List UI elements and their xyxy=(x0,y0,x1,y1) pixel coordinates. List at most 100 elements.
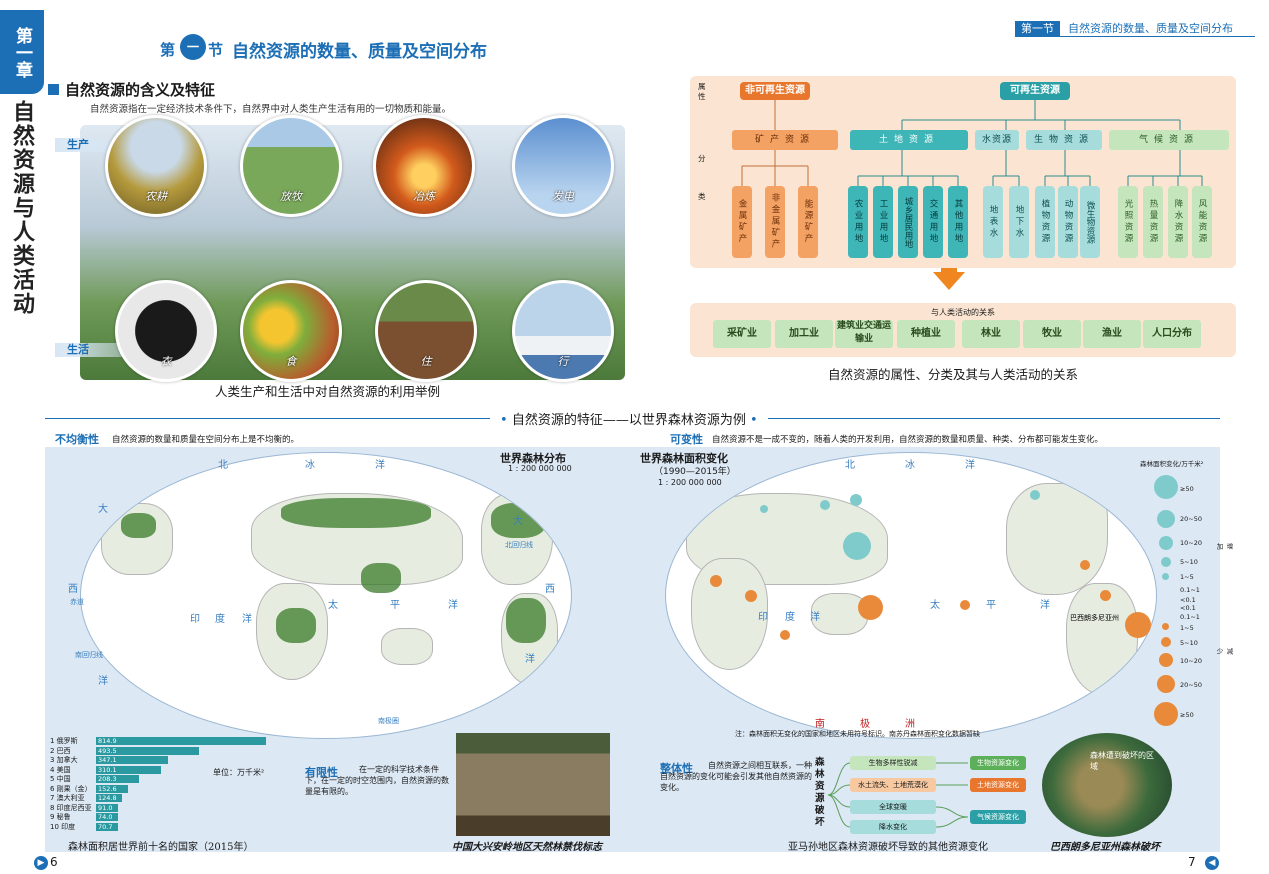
leaf-energy-mineral: 能源矿产 xyxy=(798,186,818,258)
chapter-title: 自然资源与人类活动 xyxy=(9,100,35,316)
page-arrow-icon[interactable]: ▶ xyxy=(34,856,48,870)
activity-construction: 建筑业交通运输业 xyxy=(835,320,893,348)
forest-west xyxy=(121,513,156,538)
bar: 347.1 xyxy=(96,756,169,764)
meaning-heading: 自然资源的含义及特征 xyxy=(48,79,215,100)
legend-bubble xyxy=(1154,702,1178,726)
bar-label: 7 澳大利亚 xyxy=(50,794,85,802)
legend-bubble xyxy=(1162,623,1169,630)
running-head-text: 自然资源的数量、质量及空间分布 xyxy=(1068,22,1233,35)
forest-congo xyxy=(276,608,316,643)
bar: 814.9 xyxy=(96,737,266,745)
map1-scale: 1 : 200 000 000 xyxy=(508,464,572,473)
photo-grazing: 放牧 xyxy=(240,115,342,217)
legend-value: <0.1 xyxy=(1180,596,1196,604)
bar: 208.3 xyxy=(96,775,140,783)
diagram-caption: 自然资源的属性、分类及其与人类活动的关系 xyxy=(828,367,1079,382)
leaf-industrial-land: 工业用地 xyxy=(873,186,893,258)
photo-caption: 发电 xyxy=(552,190,574,203)
change-text: 自然资源不是一成不变的，随着人类的开发利用，自然资源的数量和质量、种类、分布都可… xyxy=(712,435,1104,445)
leaf-animal: 动物资源 xyxy=(1058,186,1078,258)
ocean-label: 洋 xyxy=(1040,600,1050,611)
ocean-label: 冰 xyxy=(305,460,315,471)
uneven-heading: 不均衡性 xyxy=(55,433,99,446)
photo-smelting: 冶炼 xyxy=(373,115,475,217)
ocean-label: 印 xyxy=(190,614,200,625)
ocean-label: 洋 xyxy=(242,614,252,625)
legend-value: 1~5 xyxy=(1180,573,1194,581)
activity-forestry: 林业 xyxy=(962,320,1020,348)
chain-mid-item: 全球变暖 xyxy=(850,800,936,814)
ocean-label: 洋 xyxy=(525,654,535,665)
legend-value: 10~20 xyxy=(1180,539,1202,547)
bubble-decrease xyxy=(960,600,970,610)
photo-logging-ban-sign xyxy=(456,733,610,836)
ocean-label: 印 xyxy=(758,612,768,623)
collage-caption: 人类生产和生活中对自然资源的利用举例 xyxy=(215,384,441,399)
bar: 124.8 xyxy=(96,794,123,802)
dot-icon: • xyxy=(500,413,512,428)
ocean-label: 大 xyxy=(98,504,108,515)
ocean-label: 大 xyxy=(513,516,523,527)
photo-caption: 住 xyxy=(420,355,432,368)
leaf-heat: 热量资源 xyxy=(1143,186,1163,258)
bar-label: 3 加拿大 xyxy=(50,756,78,764)
legend-decrease: 减少 xyxy=(1215,648,1233,655)
category-climate: 气候资源 xyxy=(1109,130,1229,150)
activity-planting: 种植业 xyxy=(897,320,955,348)
top10-bar-chart: 1 俄罗斯 814.9 2 巴西 493.5 3 加拿大 347.1 4 美国 310.1 5 … xyxy=(50,737,280,837)
latitude-label: 北回归线 xyxy=(505,541,533,549)
features-title-text: 自然资源的特征——以世界森林资源为例 xyxy=(511,413,746,428)
bar-label: 2 巴西 xyxy=(50,746,71,755)
bar: 74.0 xyxy=(96,813,118,821)
legend-value: <0.1 xyxy=(1180,604,1196,612)
photo-caption: 食 xyxy=(285,355,297,368)
continent-label: 洲 xyxy=(905,719,915,730)
activity-processing: 加工业 xyxy=(775,320,833,348)
legend-value: 10~20 xyxy=(1180,657,1202,665)
bubble-increase xyxy=(1030,490,1040,500)
photo-caption: 冶炼 xyxy=(413,190,435,203)
square-bullet-icon xyxy=(48,84,59,95)
chapter-badge: 第一章 xyxy=(0,10,44,94)
ocean-label: 洋 xyxy=(98,676,108,687)
photo-power: 发电 xyxy=(512,115,614,217)
dot-icon: • xyxy=(745,413,758,428)
ocean-label: 太 xyxy=(328,600,338,611)
photo-housing: 住 xyxy=(375,280,477,382)
bubble-decrease xyxy=(1080,560,1090,570)
photo-satellite xyxy=(1042,733,1172,837)
category-water: 水资源 xyxy=(975,130,1019,150)
map2-years: （1990—2015年） xyxy=(654,467,736,477)
leaf-nonmetal-mineral: 非金属矿产 xyxy=(765,186,785,258)
page-arrow-icon[interactable]: ◀ xyxy=(1205,856,1219,870)
chain-caption: 亚马孙地区森林资源破坏导致的其他资源变化 xyxy=(788,842,988,853)
chain-mid-item: 生物多样性锐减 xyxy=(850,756,936,770)
region-label-rondonia: 巴西朗多尼亚州 xyxy=(1070,614,1119,622)
forest-southeast-asia xyxy=(361,563,401,593)
leaf-precipitation: 降水资源 xyxy=(1168,186,1188,258)
activity-fishery: 渔业 xyxy=(1083,320,1141,348)
bar-label: 5 中国 xyxy=(50,775,71,783)
arrow-down-head-icon xyxy=(933,272,965,290)
category-mineral: 矿产资源 xyxy=(732,130,838,150)
chain-right-item: 气候资源变化 xyxy=(970,810,1026,824)
limited-text: 在一定的科学技术条件下，在一定的时空范围内，自然资源的数量是有限的。 xyxy=(305,765,449,796)
continent-label: 南 xyxy=(815,719,825,730)
satellite-label: 森林遭到破坏的区域 xyxy=(1090,751,1154,771)
ocean-label: 度 xyxy=(215,614,225,625)
activity-mining: 采矿业 xyxy=(713,320,771,348)
meaning-heading-text: 自然资源的含义及特征 xyxy=(65,81,216,99)
legend-value: 5~10 xyxy=(1180,639,1198,647)
meaning-text: 自然资源指在一定经济技术条件下，自然界中对人类生产生活有用的一切物质和能量。 xyxy=(90,104,452,115)
ocean-label: 北 xyxy=(845,460,855,471)
photo-farming: 农耕 xyxy=(105,115,207,217)
category-biological: 生物资源 xyxy=(1026,130,1102,150)
section-prefix: 第 xyxy=(160,41,176,59)
sign-caption: 中国大兴安岭地区天然林禁伐标志 xyxy=(452,842,602,853)
ocean-label: 冰 xyxy=(905,460,915,471)
section-number: 一 xyxy=(180,34,206,60)
continent-label: 极 xyxy=(860,719,870,730)
page-title: 自然资源的数量、质量及空间分布 xyxy=(232,42,487,62)
forest-change-map xyxy=(665,452,1157,739)
